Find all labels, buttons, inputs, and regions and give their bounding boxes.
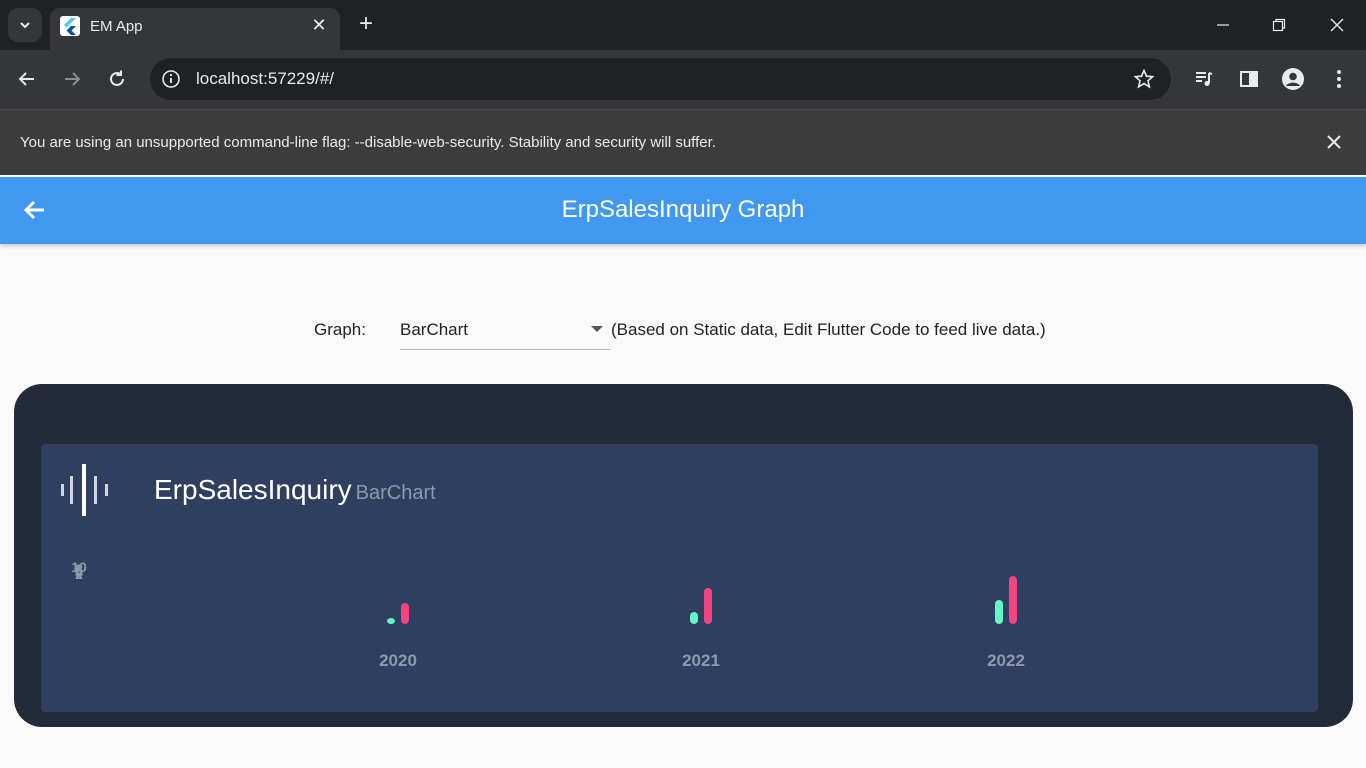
tab-search-button[interactable] [8, 8, 42, 42]
close-window-icon[interactable] [1322, 10, 1352, 40]
browser-menu-icon[interactable] [1324, 64, 1354, 94]
bar-chart-logo-icon [61, 464, 109, 516]
chevron-down-icon [20, 22, 30, 29]
flutter-icon [60, 16, 80, 36]
bookmark-star-icon[interactable] [1133, 68, 1155, 90]
warning-infobar: You are using an unsupported command-lin… [0, 109, 1366, 175]
graph-note: (Based on Static data, Edit Flutter Code… [611, 320, 1046, 339]
app-bar: ErpSalesInquiry Graph [0, 177, 1366, 244]
browser-tab[interactable]: EM App ✕ [50, 8, 340, 50]
chart-title-text: ErpSalesInquiry [154, 474, 352, 505]
x-tick-label: 2022 [987, 651, 1025, 670]
infobar-message: You are using an unsupported command-lin… [20, 134, 716, 151]
graph-selector-row: Graph: BarChart (Based on Static data, E… [0, 312, 1366, 352]
chart-panel: ErpSalesInquiry BarChart 10 8 6 4 2 0 2020 2021 2… [41, 444, 1318, 712]
dropdown-arrow-icon [591, 326, 603, 332]
new-tab-button[interactable]: + [354, 12, 378, 36]
side-panel-icon[interactable] [1234, 64, 1264, 94]
bar-chart: 10864202020 2021 2022 [71, 559, 1025, 670]
browser-tab-strip: EM App ✕ + [0, 0, 1366, 50]
minimize-icon[interactable] [1208, 10, 1238, 40]
infobar-close-icon[interactable] [1322, 130, 1346, 154]
bar-2021-series-1 [690, 612, 698, 624]
graph-type-value: BarChart [400, 320, 469, 339]
media-control-icon[interactable] [1189, 64, 1219, 94]
restore-icon[interactable] [1264, 10, 1294, 40]
bar-2020-series-2 [401, 603, 409, 624]
site-info-icon[interactable] [160, 68, 182, 90]
bar-2021-series-2 [704, 588, 712, 624]
browser-toolbar: localhost:57229/#/ [0, 50, 1366, 109]
chart-card: ErpSalesInquiry BarChart 10 8 6 4 2 0 2020 2021 2… [14, 384, 1353, 727]
bar-2020-series-1 [387, 618, 395, 624]
chart-title: ErpSalesInquiry BarChart [154, 474, 436, 506]
x-tick-label: 2020 [379, 651, 417, 670]
graph-type-dropdown[interactable]: BarChart [400, 312, 611, 350]
x-tick-label: 2021 [682, 651, 720, 670]
tab-close-icon[interactable]: ✕ [308, 14, 330, 36]
chart-subtitle: BarChart [355, 482, 436, 504]
page-title: ErpSalesInquiry Graph [561, 196, 805, 223]
back-icon[interactable] [12, 64, 42, 94]
address-bar[interactable]: localhost:57229/#/ [150, 58, 1171, 100]
bar-2022-series-1 [995, 600, 1003, 624]
tab-title: EM App [90, 18, 143, 35]
url-text: localhost:57229/#/ [196, 69, 334, 88]
y-tick-label: 0 [75, 564, 83, 580]
profile-avatar-icon[interactable] [1278, 64, 1308, 94]
reload-icon[interactable] [102, 64, 132, 94]
forward-icon[interactable] [57, 64, 87, 94]
graph-label: Graph: [314, 320, 366, 339]
bar-2022-series-2 [1009, 576, 1017, 624]
